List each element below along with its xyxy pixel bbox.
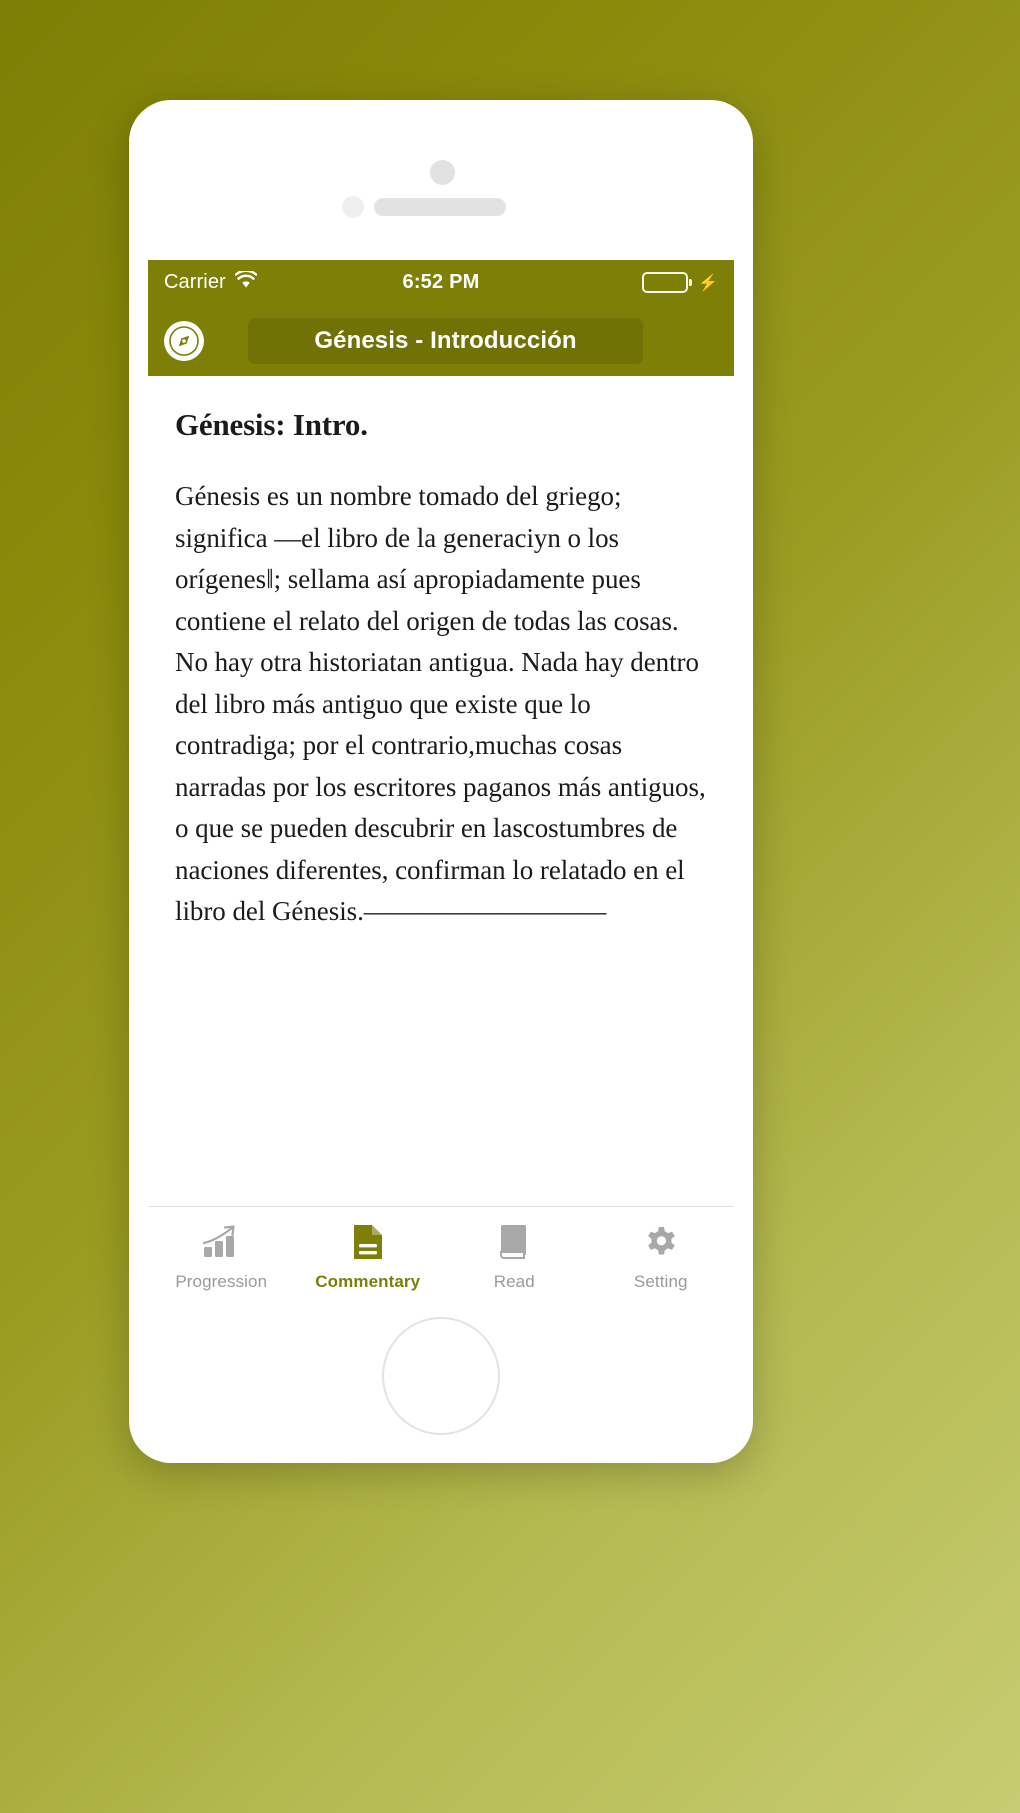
phone-screen: Carrier 6:52 PM ⚡ Génesis - Introducción… xyxy=(148,260,734,1324)
navigation-title-pill[interactable]: Génesis - Introducción xyxy=(248,317,643,364)
tab-label-read: Read xyxy=(493,1272,535,1291)
gear-icon xyxy=(643,1221,679,1263)
bar-chart-growth-icon xyxy=(201,1221,241,1263)
book-icon xyxy=(497,1221,531,1263)
wifi-icon xyxy=(234,269,258,294)
compass-icon[interactable] xyxy=(164,320,204,361)
document-text-icon xyxy=(351,1221,385,1263)
commentary-heading: Génesis: Intro. xyxy=(175,407,368,442)
home-button[interactable] xyxy=(382,1317,500,1435)
tab-read[interactable]: Read xyxy=(441,1221,588,1292)
status-bar-right: ⚡ xyxy=(548,272,718,293)
battery-icon xyxy=(642,272,693,293)
tab-progression[interactable]: Progression xyxy=(148,1221,295,1292)
commentary-body-text: Génesis es un nombre tomado del griego; … xyxy=(175,481,706,926)
tab-bar: Progression Commentary Read Setting xyxy=(148,1206,734,1324)
status-bar: Carrier 6:52 PM ⚡ xyxy=(148,260,734,305)
tab-commentary[interactable]: Commentary xyxy=(295,1221,442,1292)
carrier-label: Carrier xyxy=(164,271,226,293)
commentary-content[interactable]: Génesis: Intro. Génesis es un nombre tom… xyxy=(148,376,734,1206)
tab-label-setting: Setting xyxy=(633,1272,688,1291)
lightning-bolt-icon: ⚡ xyxy=(698,274,718,292)
phone-device-frame: Carrier 6:52 PM ⚡ Génesis - Introducción… xyxy=(129,100,753,1463)
tab-label-progression: Progression xyxy=(175,1272,268,1291)
front-camera-icon xyxy=(430,160,455,185)
earpiece-speaker-icon xyxy=(374,198,506,216)
tab-label-commentary: Commentary xyxy=(315,1272,421,1291)
navigation-bar: Génesis - Introducción xyxy=(148,305,734,376)
page-title: Génesis - Introducción xyxy=(314,326,577,354)
phone-top-sensor-cluster xyxy=(129,100,753,260)
status-bar-left: Carrier xyxy=(164,269,334,294)
tab-setting[interactable]: Setting xyxy=(588,1221,735,1292)
proximity-sensor-icon xyxy=(342,196,364,218)
status-bar-clock: 6:52 PM xyxy=(402,271,480,293)
